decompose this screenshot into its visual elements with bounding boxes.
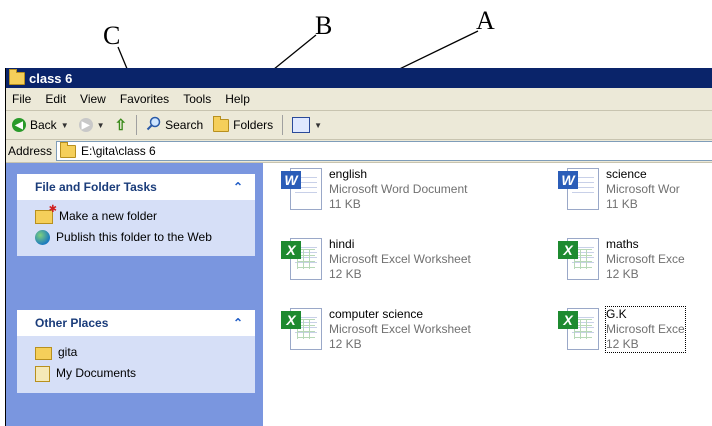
views-button[interactable]: ▼ — [288, 115, 326, 135]
folders-button[interactable]: Folders — [209, 115, 277, 134]
file-type: Microsoft Exce — [606, 322, 685, 336]
menu-help[interactable]: Help — [219, 92, 258, 106]
file-name: hindi — [329, 237, 355, 251]
menu-edit[interactable]: Edit — [39, 92, 74, 106]
file-list: W english Microsoft Word Document 11 KB … — [278, 163, 712, 426]
label-b: B — [315, 11, 333, 40]
back-arrow-icon: ◀ — [12, 118, 26, 132]
menu-view[interactable]: View — [74, 92, 114, 106]
file-name: maths — [606, 237, 639, 251]
menu-bar: File Edit View Favorites Tools Help — [6, 88, 712, 111]
file-type: Microsoft Word Document — [329, 182, 468, 196]
other-places-panel: Other Places ⌃ gita My Documents — [17, 310, 255, 393]
excel-sheet-icon: X — [281, 237, 323, 280]
back-button[interactable]: ◀ Back ▼ — [8, 116, 73, 134]
folder-icon — [60, 141, 77, 158]
menu-tools[interactable]: Tools — [177, 92, 219, 106]
publish-to-web-link[interactable]: Publish this folder to the Web — [17, 227, 255, 248]
up-folder-icon: ⇧ — [114, 117, 128, 134]
new-folder-icon — [35, 204, 57, 224]
file-type: Microsoft Wor — [606, 182, 680, 196]
excel-sheet-icon: X — [558, 237, 600, 280]
place-label: My Documents — [56, 366, 137, 380]
make-new-folder-link[interactable]: Make a new folder — [17, 204, 255, 227]
file-item[interactable]: X G.K Microsoft Exce 12 KB — [558, 306, 712, 353]
views-icon — [292, 117, 311, 133]
folder-icon — [35, 347, 52, 360]
my-documents-icon — [35, 366, 50, 382]
file-item[interactable]: X computer science Microsoft Excel Works… — [281, 307, 511, 352]
excel-sheet-icon: X — [558, 307, 600, 350]
file-type: Microsoft Exce — [606, 252, 685, 266]
place-my-documents-link[interactable]: My Documents — [17, 363, 255, 385]
chevron-down-icon[interactable]: ▼ — [97, 121, 105, 130]
file-size: 11 KB — [329, 197, 361, 211]
task-label: Make a new folder — [59, 209, 158, 223]
panel-title: File and Folder Tasks — [35, 180, 157, 194]
other-places-header[interactable]: Other Places ⌃ — [17, 310, 255, 336]
chevron-down-icon: ▼ — [314, 120, 323, 130]
file-folder-tasks-panel: File and Folder Tasks ⌃ Make a new folde… — [17, 174, 255, 256]
globe-icon — [35, 230, 50, 245]
file-type: Microsoft Excel Worksheet — [329, 322, 471, 336]
task-pane: File and Folder Tasks ⌃ Make a new folde… — [6, 163, 263, 426]
forward-button[interactable]: ▶ ▼ — [75, 116, 109, 134]
title-bar[interactable]: class 6 — [6, 68, 712, 88]
file-name: computer science — [329, 307, 424, 321]
address-bar: Address E:\gita\class 6 — [6, 140, 712, 163]
file-item[interactable]: W english Microsoft Word Document 11 KB — [281, 167, 511, 212]
file-size: 12 KB — [606, 267, 639, 281]
place-label: gita — [58, 345, 78, 359]
folders-icon — [213, 115, 230, 132]
file-size: 12 KB — [329, 267, 362, 281]
folder-icon — [9, 68, 25, 85]
search-icon — [146, 116, 161, 134]
toolbar: ◀ Back ▼ ▶ ▼ ⇧ Search Folders ▼ — [6, 111, 712, 140]
collapse-icon[interactable]: ⌃ — [233, 316, 243, 330]
word-doc-icon: W — [281, 167, 323, 210]
address-label: Address — [8, 144, 53, 158]
file-size: 11 KB — [606, 197, 638, 211]
up-button[interactable]: ⇧ — [111, 114, 132, 136]
file-type: Microsoft Excel Worksheet — [329, 252, 471, 266]
file-folder-tasks-header[interactable]: File and Folder Tasks ⌃ — [17, 174, 255, 200]
label-c: C — [103, 21, 121, 50]
back-label: Back — [30, 118, 57, 132]
file-name: science — [606, 167, 647, 181]
place-gita-link[interactable]: gita — [17, 342, 255, 363]
file-item[interactable]: X hindi Microsoft Excel Worksheet 12 KB — [281, 237, 511, 282]
address-input[interactable]: E:\gita\class 6 — [56, 141, 712, 161]
file-size: 12 KB — [606, 337, 639, 351]
file-name: english — [329, 167, 368, 181]
file-name: G.K — [606, 307, 627, 321]
collapse-icon[interactable]: ⌃ — [233, 180, 243, 194]
window-title: class 6 — [29, 70, 73, 86]
menu-file[interactable]: File — [6, 92, 39, 106]
address-path: E:\gita\class 6 — [81, 144, 156, 158]
menu-favorites[interactable]: Favorites — [114, 92, 177, 106]
task-label: Publish this folder to the Web — [56, 230, 212, 244]
folders-label: Folders — [233, 118, 274, 132]
content-area: File and Folder Tasks ⌃ Make a new folde… — [6, 163, 712, 426]
explorer-window: class 6 File Edit View Favorites Tools H… — [5, 68, 712, 426]
search-button[interactable]: Search — [142, 114, 207, 136]
toolbar-divider — [282, 115, 284, 135]
file-item[interactable]: X maths Microsoft Exce 12 KB — [558, 237, 712, 282]
forward-arrow-icon: ▶ — [78, 118, 93, 132]
word-doc-icon: W — [558, 167, 600, 210]
toolbar-divider — [136, 115, 138, 135]
excel-sheet-icon: X — [281, 307, 323, 350]
file-item[interactable]: W science Microsoft Wor 11 KB — [558, 167, 712, 212]
label-a: A — [476, 6, 495, 35]
file-size: 12 KB — [329, 337, 362, 351]
search-label: Search — [165, 118, 204, 132]
chevron-down-icon[interactable]: ▼ — [61, 121, 69, 130]
panel-title: Other Places — [35, 316, 109, 330]
